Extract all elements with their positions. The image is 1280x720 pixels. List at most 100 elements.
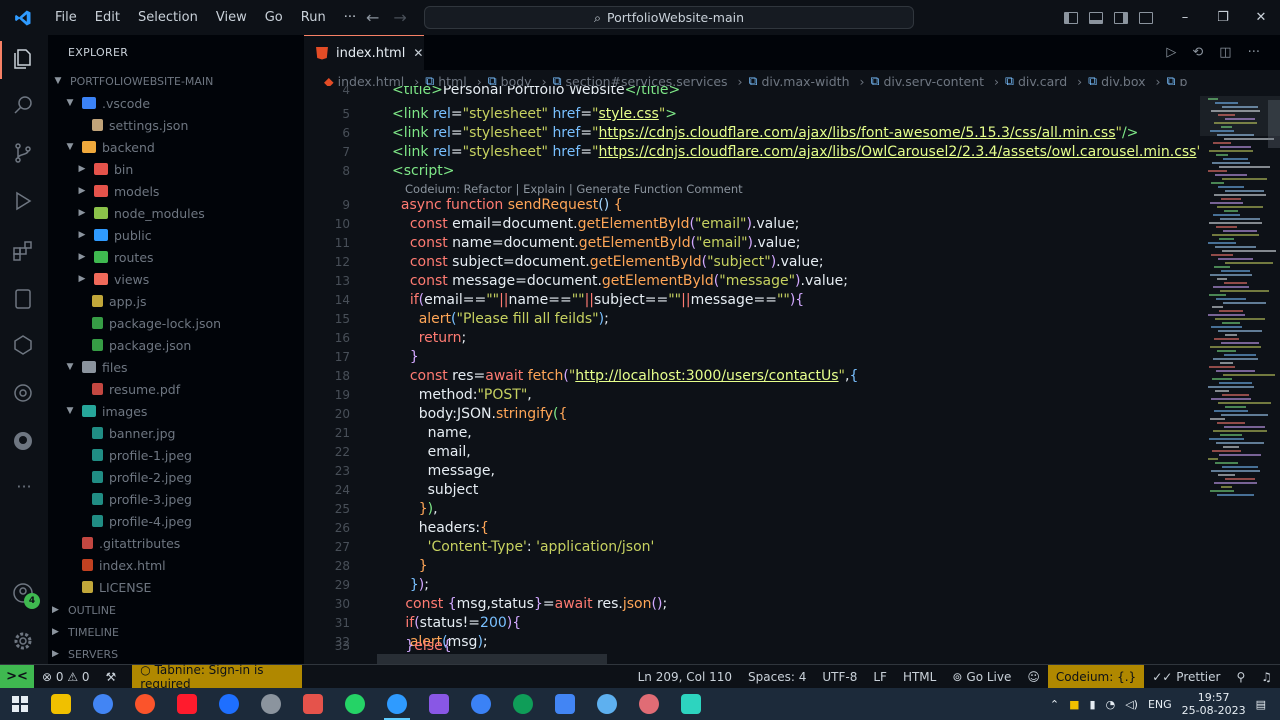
back-arrow-icon[interactable]: ← (366, 8, 379, 27)
tree-item[interactable]: ▶ views (48, 268, 304, 290)
tree-item[interactable]: .gitattributes (48, 532, 304, 554)
tree-item[interactable]: ▶ models (48, 180, 304, 202)
language-mode[interactable]: HTML (895, 670, 944, 684)
file-explorer-icon[interactable] (40, 688, 82, 720)
code-editor[interactable]: 4 <title>Personal Portfolio Website</titl… (304, 86, 1200, 664)
codeium-status[interactable]: Codeium: {.} (1047, 665, 1145, 688)
opera-icon[interactable] (166, 688, 208, 720)
tree-item[interactable]: ▼ images (48, 400, 304, 422)
menu-view[interactable]: View (207, 10, 256, 25)
menu-run[interactable]: Run (292, 10, 335, 25)
cursor-position[interactable]: Ln 209, Col 110 (630, 670, 740, 684)
app3-icon[interactable] (460, 688, 502, 720)
run-debug-icon[interactable] (11, 189, 37, 215)
tree-item[interactable]: profile-1.jpeg (48, 444, 304, 466)
close-window-button[interactable]: ✕ (1242, 10, 1280, 25)
code-line[interactable]: 6 <link rel="stylesheet" href="https://cd… (304, 124, 1200, 143)
section-outline[interactable]: ▶ OUTLINE (48, 599, 304, 621)
maximize-button[interactable]: ❐ (1204, 10, 1242, 25)
code-line[interactable]: 5 <link rel="stylesheet" href="style.css"… (304, 105, 1200, 124)
toggle-panel-icon[interactable] (1089, 11, 1103, 24)
notification-bell-icon[interactable]: ⚒ (98, 670, 125, 684)
copilot-icon[interactable]: ☺ (1019, 670, 1048, 684)
whatsapp-icon[interactable] (334, 688, 376, 720)
more-actions-icon[interactable]: ··· (1248, 45, 1260, 60)
usb-icon[interactable]: ▮ (1090, 698, 1096, 711)
chrome-alt-icon[interactable] (544, 688, 586, 720)
github-icon[interactable] (11, 429, 37, 455)
code-line[interactable]: 31 if(status!=200){ (304, 614, 1200, 633)
problems-indicator[interactable]: ⊗ 0 ⚠ 0 (34, 670, 98, 684)
windows-start-icon[interactable] (0, 696, 40, 712)
tray-chevron-icon[interactable]: ⌃ (1050, 698, 1059, 711)
end-of-line[interactable]: LF (865, 670, 895, 684)
code-line[interactable]: 12 const subject=document.getElementById… (304, 253, 1200, 272)
tree-item[interactable]: ▶ routes (48, 246, 304, 268)
search-activity-icon[interactable] (11, 93, 37, 119)
tree-item[interactable]: ▼ .vscode (48, 92, 304, 114)
network-icon[interactable]: ◔ (1106, 698, 1116, 711)
prettier-status[interactable]: ✓✓ Prettier (1144, 670, 1228, 684)
code-line[interactable]: 24 subject (304, 481, 1200, 500)
tabnine-status[interactable]: ○ Tabnine: Sign-in is required (132, 663, 303, 691)
close-tab-icon[interactable]: ✕ (413, 46, 423, 60)
code-line[interactable]: 14 if(email==""||name==""||subject==""||… (304, 291, 1200, 310)
code-line[interactable]: 19 method:"POST", (304, 386, 1200, 405)
feedback-icon[interactable]: ⚲ (1228, 670, 1253, 684)
tree-item[interactable]: settings.json (48, 114, 304, 136)
testing-icon[interactable] (11, 287, 37, 313)
section-timeline[interactable]: ▶ TIMELINE (48, 621, 304, 643)
horizontal-scrollbar[interactable] (377, 654, 607, 664)
code-line[interactable]: 22 email, (304, 443, 1200, 462)
pen-icon[interactable] (250, 688, 292, 720)
tray-app-icon[interactable]: ■ (1069, 698, 1079, 711)
code-line[interactable]: 16 return; (304, 329, 1200, 348)
forward-arrow-icon[interactable]: → (393, 8, 406, 27)
code-line[interactable]: 15 alert("Please fill all feilds"); (304, 310, 1200, 329)
minimap[interactable] (1200, 92, 1280, 664)
code-line[interactable]: 20 body:JSON.stringify({ (304, 405, 1200, 424)
code-line[interactable]: 10 const email=document.getElementById("… (304, 215, 1200, 234)
command-center-search[interactable]: ⌕ PortfolioWebsite-main (424, 6, 914, 29)
code-line[interactable]: 18 const res=await fetch("http://localho… (304, 367, 1200, 386)
app-icon[interactable] (208, 688, 250, 720)
edge-icon[interactable] (502, 688, 544, 720)
clock[interactable]: 19:57 25-08-2023 (1182, 691, 1246, 717)
notifications-icon[interactable]: ♫ (1253, 670, 1280, 684)
code-line[interactable]: 25 }), (304, 500, 1200, 519)
tree-item[interactable]: ▶ node_modules (48, 202, 304, 224)
encoding[interactable]: UTF-8 (814, 670, 865, 684)
explorer-icon[interactable] (0, 41, 37, 79)
code-line[interactable]: 17 } (304, 348, 1200, 367)
menu-more[interactable]: ··· (335, 10, 365, 25)
run-icon[interactable]: ▷ (1166, 45, 1176, 60)
extensions-icon[interactable] (11, 239, 37, 265)
brave-icon[interactable] (124, 688, 166, 720)
code-line[interactable]: 13 const message=document.getElementById… (304, 272, 1200, 291)
code-line[interactable]: 23 message, (304, 462, 1200, 481)
remote-indicator[interactable]: >< (0, 665, 34, 688)
tree-item[interactable]: resume.pdf (48, 378, 304, 400)
indentation[interactable]: Spaces: 4 (740, 670, 814, 684)
tree-item[interactable]: profile-2.jpeg (48, 466, 304, 488)
code-line[interactable]: 8 <script> (304, 162, 1200, 181)
chrome-icon[interactable] (82, 688, 124, 720)
tree-item[interactable]: package-lock.json (48, 312, 304, 334)
tree-item[interactable]: ▼ files (48, 356, 304, 378)
volume-icon[interactable]: ◁) (1125, 698, 1138, 711)
minimize-button[interactable]: – (1166, 10, 1204, 25)
tab-index-html[interactable]: index.html ✕ (304, 35, 424, 70)
code-line[interactable]: 21 name, (304, 424, 1200, 443)
go-live-button[interactable]: ⊚ Go Live (944, 670, 1019, 684)
menu-selection[interactable]: Selection (129, 10, 207, 25)
menu-edit[interactable]: Edit (86, 10, 129, 25)
tree-item[interactable]: LICENSE (48, 576, 304, 598)
codeium-codelens[interactable]: Codeium: Refactor | Explain | Generate F… (405, 180, 743, 199)
vertical-scrollbar[interactable] (1268, 100, 1280, 148)
app5-icon[interactable] (628, 688, 670, 720)
timeline-history-icon[interactable]: ⟲ (1192, 45, 1203, 60)
tree-item[interactable]: banner.jpg (48, 422, 304, 444)
toggle-primary-sidebar-icon[interactable] (1064, 11, 1078, 24)
app4-icon[interactable] (586, 688, 628, 720)
tree-item[interactable]: ▼ backend (48, 136, 304, 158)
